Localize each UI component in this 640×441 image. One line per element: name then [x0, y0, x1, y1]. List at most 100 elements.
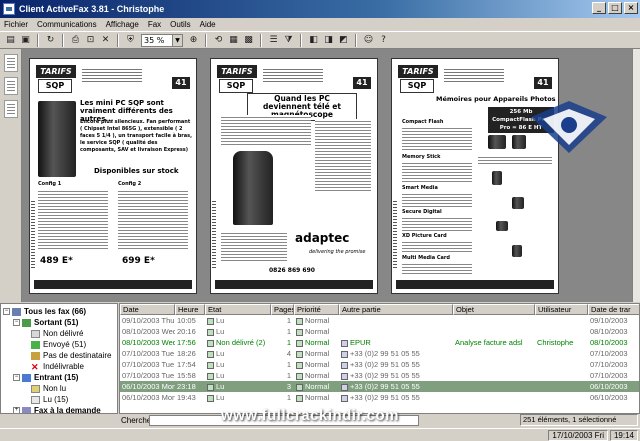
cell-text: Lu [216, 360, 225, 369]
table-row[interactable]: 06/10/2003 Mon 19:43 Lu 1 Normal +33 (0)2 99 … [120, 392, 639, 403]
page-thumbnail[interactable] [3, 77, 18, 95]
maximize-button[interactable]: □ [608, 2, 622, 14]
cell-text: 06/10/2003 [590, 382, 628, 391]
cell-text: 07/10/2003 Tue [122, 360, 175, 369]
status-icon [207, 339, 214, 347]
column-header-date-transfert[interactable]: Date de trar [588, 304, 639, 315]
menu-fichier[interactable]: Fichier [4, 20, 28, 29]
collapse-icon[interactable]: − [13, 319, 20, 326]
image-icon[interactable]: ▦ [227, 34, 240, 47]
status-bar: 17/10/2003 Fri 19:14 [0, 428, 640, 441]
column-header-objet[interactable]: Objet [453, 304, 535, 315]
chevron-down-icon[interactable]: ▼ [172, 34, 182, 46]
menu-outils[interactable]: Outils [170, 20, 190, 29]
tree-item-unread[interactable]: Non lu [31, 383, 66, 394]
shield-icon[interactable]: ⛨ [124, 34, 137, 47]
collapse-icon[interactable]: − [3, 308, 10, 315]
cell-text: Normal [305, 316, 330, 325]
fax-preview[interactable]: TARIFS SQP 41 Les mini PC SQP sont vraim… [22, 49, 632, 302]
config1-text [38, 189, 108, 251]
menu-affichage[interactable]: Affichage [106, 20, 139, 29]
expand-icon[interactable]: + [13, 407, 20, 413]
preview-scrollbar[interactable] [632, 49, 640, 302]
menu-fax[interactable]: Fax [148, 20, 161, 29]
table-row[interactable]: 09/10/2003 Thu 10:05 Lu 1 Normal 09/10/2003 [120, 315, 639, 326]
cell-date: 08/10/2003 Wed [120, 326, 175, 337]
zoom-in-icon[interactable]: ⊕ [187, 34, 200, 47]
status-icon [207, 372, 214, 380]
column-header-etat[interactable]: Etat [205, 304, 271, 315]
tree-item-all-fax[interactable]: − Tous les fax (66) [3, 306, 86, 317]
column-header-pages[interactable]: Pages [271, 304, 294, 315]
column-header-utilisateur[interactable]: Utilisateur [535, 304, 588, 315]
new-fax-icon[interactable]: ▤ [4, 34, 17, 47]
table-row[interactable]: 07/10/2003 Tue 18:26 Lu 4 Normal +33 (0)2 99 … [120, 348, 639, 359]
user-icon[interactable]: ☺ [362, 34, 375, 47]
contact-icon [341, 394, 348, 402]
print-preview-icon[interactable]: ⊡ [84, 34, 97, 47]
fax-list: Date Heure Etat Pages Priorité Autre par… [119, 303, 640, 414]
cell-priorite: Normal [294, 381, 339, 392]
tree-item-sent[interactable]: Envoyé (51) [31, 339, 86, 350]
cell-text: 4 [286, 349, 291, 358]
section-label: Secure Digital [402, 209, 442, 215]
tree-item-no-recipient[interactable]: Pas de destinataire [31, 350, 112, 361]
list-view-icon[interactable]: ☰ [267, 34, 280, 47]
tree-item-incoming[interactable]: − Entrant (15) [13, 372, 78, 383]
tree-item-outgoing[interactable]: − Sortant (51) [13, 317, 78, 328]
pc-tower-image [38, 101, 76, 177]
tree-item-undelivered[interactable]: Non délivré [31, 328, 83, 339]
cell-objet: Analyse facture adsl [453, 337, 535, 348]
refresh-icon[interactable]: ↻ [44, 34, 57, 47]
menu-communications[interactable]: Communications [37, 20, 97, 29]
book-icon[interactable]: ◨ [322, 34, 335, 47]
section-text [402, 240, 472, 254]
table-row[interactable]: 08/10/2003 Wed 17:56 Non délivré (2) 1 Norma… [120, 337, 639, 348]
open-book-icon[interactable]: ◩ [337, 34, 350, 47]
print-icon[interactable]: ⎙ [69, 34, 82, 47]
help-icon[interactable]: ? [377, 34, 390, 47]
table-row[interactable]: 07/10/2003 Tue 15:58 Lu 1 Normal +33 (0)2 99 … [120, 370, 639, 381]
cell-priorite: Normal [294, 359, 339, 370]
cell-pages: 1 [271, 359, 294, 370]
cell-autre-partie: +33 (0)2 99 51 05 55 [339, 370, 453, 381]
column-header-autre-partie[interactable]: Autre partie [339, 304, 453, 315]
cell-date-transfert: 08/10/2003 [588, 337, 639, 348]
cell-date: 07/10/2003 Tue [120, 359, 175, 370]
tree-item-read[interactable]: Lu (15) [31, 394, 68, 405]
tree-item-undeliverable[interactable]: ✕ Indélivrable [31, 361, 84, 372]
close-button[interactable]: × [624, 2, 638, 14]
rotate-icon[interactable]: ⟲ [212, 34, 225, 47]
table-row[interactable]: 06/10/2003 Mon 23:18 Lu 3 Normal +33 (0)2 99 … [120, 381, 639, 392]
grid-icon[interactable]: ▩ [242, 34, 255, 47]
column-header-priorite[interactable]: Priorité [294, 304, 339, 315]
menu-aide[interactable]: Aide [200, 20, 216, 29]
page-thumbnail[interactable] [3, 100, 18, 118]
delete-icon[interactable]: ✕ [99, 34, 112, 47]
address-book-icon[interactable]: ◧ [307, 34, 320, 47]
cell-text: 1 [286, 371, 291, 380]
tree-item-label: Non délivré [43, 329, 84, 338]
cell-text: Normal [305, 327, 330, 336]
table-row[interactable]: 07/10/2003 Tue 17:54 Lu 1 Normal +33 (0)2 99 … [120, 359, 639, 370]
fax-page-2: TARIFS SQP 41 Quand les PC deviennent té… [210, 58, 378, 294]
window-title: Client ActiveFax 3.81 - Christophe [19, 4, 165, 14]
item-count: 251 éléments, 1 sélectionné [520, 414, 638, 426]
collapse-icon[interactable]: − [13, 374, 20, 381]
cell-etat: Lu [205, 348, 271, 359]
contact-icon [341, 372, 348, 380]
app-icon [3, 3, 15, 15]
save-icon[interactable]: ▣ [19, 34, 32, 47]
tree-item-fax-on-demand[interactable]: + Fax à la demande [13, 405, 101, 413]
zoom-select[interactable]: 35 % ▼ [141, 33, 183, 47]
page-thumbnail[interactable] [3, 54, 18, 72]
side-text [212, 199, 216, 269]
contact-icon [341, 361, 348, 369]
column-header-date[interactable]: Date [120, 304, 175, 315]
cell-pages: 1 [271, 315, 294, 326]
filter-icon[interactable]: ⧩ [282, 34, 295, 47]
table-row[interactable]: 08/10/2003 Wed 20:16 Lu 1 Normal 08/10/2003 [120, 326, 639, 337]
section-label: Multi Media Card [402, 255, 450, 261]
minimize-button[interactable]: _ [592, 2, 606, 14]
column-header-heure[interactable]: Heure [175, 304, 205, 315]
